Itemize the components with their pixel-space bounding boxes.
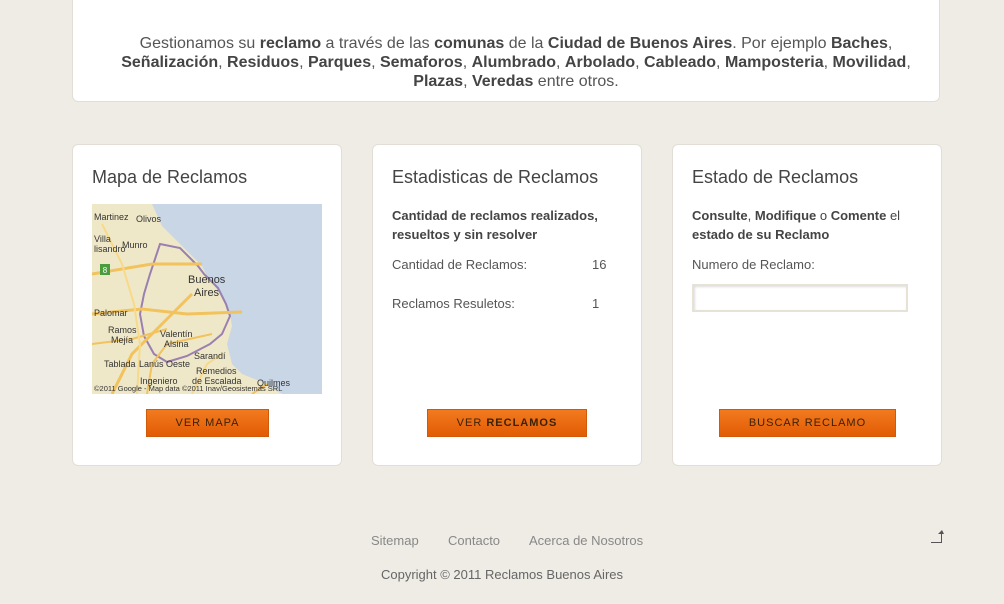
svg-text:Buenos: Buenos: [188, 274, 226, 286]
status-sub-segment: el: [886, 208, 901, 223]
intro-segment: ,: [556, 54, 565, 71]
intro-segment: ,: [299, 54, 308, 71]
intro-segment: ,: [887, 35, 893, 52]
intro-text: Gestionamos su reclamo a través de las c…: [113, 34, 919, 91]
status-sub-segment: Consulte: [692, 208, 748, 223]
footer-link-contacto[interactable]: Contacto: [448, 533, 500, 548]
intro-segment: comunas: [434, 35, 505, 52]
status-sub-segment: ,: [747, 208, 755, 223]
svg-text:Palomar: Palomar: [94, 308, 128, 318]
stat-label-resolved: Reclamos Resuletos:: [392, 296, 515, 311]
intro-segment: Ciudad de Buenos Aires: [547, 35, 733, 52]
intro-segment: ,: [218, 54, 228, 71]
copyright: Copyright © 2011 Reclamos Buenos Aires: [380, 567, 624, 582]
intro-segment: Parques: [307, 54, 372, 71]
claim-number-label: Numero de Reclamo:: [692, 257, 815, 272]
intro-segment: ,: [635, 54, 645, 71]
intro-segment: Gestionamos su: [139, 35, 260, 52]
stats-card-title: Estadisticas de Reclamos: [392, 167, 599, 187]
svg-text:Villa: Villa: [94, 234, 111, 244]
map-card: Mapa de Reclamos 8 Martinez Olivos Villa…: [72, 144, 342, 466]
intro-segment: . Por ejemplo: [732, 35, 831, 52]
svg-text:Martinez: Martinez: [94, 212, 129, 222]
intro-segment: Movilidad: [832, 54, 907, 71]
ver-mapa-button[interactable]: VER MAPA: [146, 409, 269, 437]
stat-value-total: 16: [592, 257, 607, 272]
intro-segment: Plazas: [413, 73, 464, 90]
intro-segment: ,: [823, 54, 833, 71]
intro-segment: entre otros.: [533, 73, 619, 90]
ver-reclamos-bold: RECLAMOS: [486, 417, 558, 429]
svg-text:lisandro: lisandro: [94, 244, 126, 254]
ver-reclamos-button[interactable]: VER RECLAMOS: [427, 409, 587, 437]
back-to-top-icon[interactable]: [928, 529, 944, 545]
status-sub-segment: Modifique: [754, 208, 817, 223]
intro-segment: ,: [462, 54, 472, 71]
stats-card: Estadisticas de Reclamos Cantidad de rec…: [372, 144, 642, 466]
stat-label-total: Cantidad de Reclamos:: [392, 257, 528, 272]
svg-text:Mejía: Mejía: [111, 335, 133, 345]
stats-subtitle: Cantidad de reclamos realizados, resuelt…: [392, 208, 598, 242]
svg-text:Ramos: Ramos: [108, 325, 137, 335]
status-card-title: Estado de Reclamos: [692, 167, 859, 187]
svg-text:Alsina: Alsina: [164, 339, 189, 349]
svg-text:Sarandí: Sarandí: [194, 351, 226, 361]
svg-text:©2011 Google - Map data ©2011: ©2011 Google - Map data ©2011 Inav/Geosi…: [94, 384, 282, 393]
intro-segment: Cableado: [644, 54, 717, 71]
intro-segment: Señalización: [121, 54, 219, 71]
intro-segment: Residuos: [227, 54, 300, 71]
claims-map[interactable]: 8 Martinez Olivos Villa lisandro Munro B…: [92, 204, 322, 394]
intro-segment: ,: [716, 54, 725, 71]
intro-segment: reclamo: [259, 35, 322, 52]
intro-segment: ,: [371, 54, 380, 71]
intro-segment: Baches: [830, 35, 888, 52]
svg-text:Olivos: Olivos: [136, 214, 162, 224]
svg-text:Valentín: Valentín: [160, 329, 192, 339]
status-card: Estado de Reclamos Consulte, Modifique o…: [672, 144, 942, 466]
intro-segment: Mamposteria: [724, 54, 824, 71]
status-sub-segment: Comente: [830, 208, 887, 223]
intro-segment: Alumbrado: [471, 54, 557, 71]
svg-text:Tablada: Tablada: [104, 359, 136, 369]
stat-value-resolved: 1: [592, 296, 600, 311]
claim-number-input[interactable]: [692, 284, 908, 312]
footer-link-acerca[interactable]: Acerca de Nosotros: [529, 533, 643, 548]
svg-text:Munro: Munro: [122, 240, 148, 250]
buscar-reclamo-button[interactable]: BUSCAR RECLAMO: [719, 409, 896, 437]
intro-segment: ,: [463, 73, 472, 90]
intro-segment: Semaforos: [379, 54, 463, 71]
intro-segment: Arbolado: [564, 54, 636, 71]
intro-segment: a través de las: [321, 35, 435, 52]
intro-segment: de la: [504, 35, 548, 52]
ver-reclamos-prefix: VER: [456, 417, 487, 429]
map-card-title: Mapa de Reclamos: [92, 167, 248, 187]
intro-segment: ,: [906, 54, 911, 71]
svg-text:Remedios: Remedios: [196, 366, 237, 376]
intro-segment: Veredas: [471, 73, 534, 90]
svg-text:8: 8: [103, 266, 108, 275]
status-subtitle: Consulte, Modifique o Comente el estado …: [692, 206, 917, 244]
intro-panel: Gestionamos su reclamo a través de las c…: [72, 0, 940, 102]
status-sub-segment: o: [816, 208, 831, 223]
status-sub-segment: estado de su Reclamo: [692, 227, 830, 242]
svg-text:Aires: Aires: [194, 287, 220, 299]
svg-text:Lanús Oeste: Lanús Oeste: [139, 359, 190, 369]
footer-link-sitemap[interactable]: Sitemap: [371, 533, 419, 548]
map-image: 8 Martinez Olivos Villa lisandro Munro B…: [92, 204, 322, 394]
